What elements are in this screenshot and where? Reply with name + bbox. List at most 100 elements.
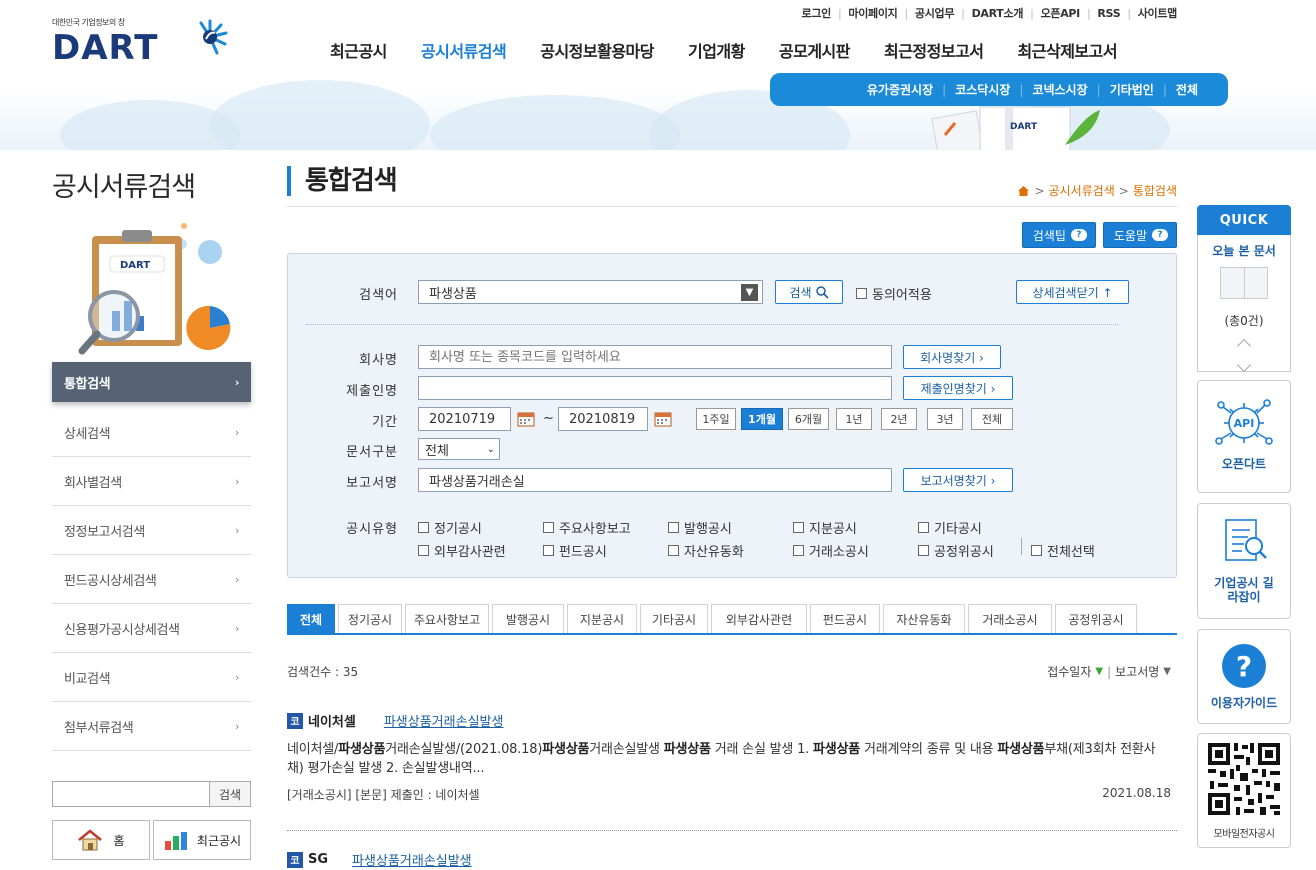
sidebar-item-detail-search[interactable]: 상세검색 › xyxy=(52,408,251,457)
keyword-input[interactable]: 파생상품 xyxy=(418,280,763,304)
tab-all[interactable]: 전체 xyxy=(287,604,335,633)
top-link-disclosure-work[interactable]: 공시업무 xyxy=(915,5,955,21)
result-company[interactable]: 네이처셀 xyxy=(308,711,356,730)
sidebar-item-correction-search[interactable]: 정정보고서검색 › xyxy=(52,506,251,555)
chevron-right-icon: › xyxy=(235,621,239,635)
subnav-konex[interactable]: 코넥스시장 xyxy=(1032,81,1087,98)
type-other-checkbox[interactable]: 기타공시 xyxy=(918,518,982,537)
period-1week-button[interactable]: 1주일 xyxy=(696,408,736,430)
chevron-up-icon[interactable] xyxy=(1236,338,1252,354)
tab-major-report[interactable]: 주요사항보고 xyxy=(405,604,489,633)
period-1year-button[interactable]: 1년 xyxy=(836,408,872,430)
type-securitization-checkbox[interactable]: 자산유동화 xyxy=(668,541,744,560)
type-exchange-checkbox[interactable]: 거래소공시 xyxy=(793,541,869,560)
open-dart-api-link[interactable]: API 오픈다트 xyxy=(1197,380,1291,493)
search-button[interactable]: 검색 xyxy=(775,280,843,304)
tab-ftc[interactable]: 공정위공시 xyxy=(1055,604,1137,633)
detail-search-toggle[interactable]: 상세검색닫기 ↑ xyxy=(1016,280,1129,304)
top-link-sitemap[interactable]: 사이트맵 xyxy=(1138,5,1178,21)
sort-desc-icon[interactable]: ▼ xyxy=(1163,666,1171,677)
search-tip-button[interactable]: 검색팁 ? xyxy=(1021,222,1096,248)
tab-exchange[interactable]: 거래소공시 xyxy=(968,604,1052,633)
sidebar-search-button[interactable]: 검색 xyxy=(209,781,251,807)
sort-desc-icon[interactable]: ▼ xyxy=(1095,666,1103,677)
sort-by-report-name[interactable]: 보고서명 xyxy=(1115,663,1159,680)
calendar-icon[interactable] xyxy=(517,411,535,427)
tab-periodic[interactable]: 정기공시 xyxy=(338,604,402,633)
company-find-button[interactable]: 회사명찾기 › xyxy=(903,345,1001,369)
subnav-kospi[interactable]: 유가증권시장 xyxy=(867,81,933,98)
sidebar-item-credit-rating-search[interactable]: 신용평가공시상세검색 › xyxy=(52,604,251,653)
type-major-report-checkbox[interactable]: 주요사항보고 xyxy=(543,518,631,537)
top-link-login[interactable]: 로그인 xyxy=(802,5,832,21)
top-link-rss[interactable]: RSS xyxy=(1097,7,1120,20)
tab-equity[interactable]: 지분공시 xyxy=(567,604,637,633)
sidebar-item-compare-search[interactable]: 비교검색 › xyxy=(52,653,251,702)
mobile-disclosure-link[interactable]: 모바일전자공시 xyxy=(1197,733,1291,848)
sidebar-item-fund-search[interactable]: 펀드공시상세검색 › xyxy=(52,555,251,604)
gnb-recent-disclosure[interactable]: 최근공시 xyxy=(330,38,387,62)
breadcrumb-document-search[interactable]: 공시서류검색 xyxy=(1049,182,1115,199)
sort-by-date[interactable]: 접수일자 xyxy=(1047,663,1091,680)
submitter-find-button[interactable]: 제출인명찾기 › xyxy=(903,376,1013,400)
calendar-icon[interactable] xyxy=(654,411,672,427)
gnb-recent-corrections[interactable]: 최근정정보고서 xyxy=(884,38,984,62)
keyword-dropdown-icon[interactable]: ▼ xyxy=(741,284,758,301)
sidebar-item-attachment-search[interactable]: 첨부서류검색 › xyxy=(52,702,251,751)
sidebar-item-label: 상세검색 xyxy=(64,426,111,442)
chevron-down-icon[interactable] xyxy=(1236,357,1252,373)
home-button[interactable]: 홈 xyxy=(52,820,150,860)
gnb-info-utilization[interactable]: 공시정보활용마당 xyxy=(540,38,654,62)
top-link-mypage[interactable]: 마이페이지 xyxy=(848,5,897,21)
type-equity-checkbox[interactable]: 지분공시 xyxy=(793,518,857,537)
sidebar-item-label: 회사별검색 xyxy=(64,475,122,491)
tab-audit[interactable]: 외부감사관련 xyxy=(711,604,807,633)
sidebar-search-input[interactable] xyxy=(52,781,209,807)
period-6month-button[interactable]: 6개월 xyxy=(788,408,829,430)
result-title-link[interactable]: 파생상품거래손실발생 xyxy=(352,850,472,869)
gnb-document-search[interactable]: 공시서류검색 xyxy=(421,38,507,62)
date-to-input[interactable]: 20210819 xyxy=(558,407,648,431)
sidebar-item-company-search[interactable]: 회사별검색 › xyxy=(52,457,251,506)
period-1month-button[interactable]: 1개월 xyxy=(741,408,783,430)
result-title-link[interactable]: 파생상품거래손실발생 xyxy=(384,711,504,730)
report-name-input[interactable]: 파생상품거래손실 xyxy=(418,468,892,492)
tab-other[interactable]: 기타공시 xyxy=(640,604,708,633)
checkbox-box xyxy=(793,522,804,533)
type-periodic-checkbox[interactable]: 정기공시 xyxy=(418,518,482,537)
date-from-input[interactable]: 20210719 xyxy=(418,407,511,431)
type-issuance-checkbox[interactable]: 발행공시 xyxy=(668,518,732,537)
period-2year-button[interactable]: 2년 xyxy=(881,408,917,430)
type-audit-checkbox[interactable]: 외부감사관련 xyxy=(418,541,506,560)
help-button[interactable]: 도움말 ? xyxy=(1102,222,1177,248)
disclosure-guide-link[interactable]: 기업공시 길라잡이 xyxy=(1197,503,1291,619)
select-all-checkbox[interactable]: 전체선택 xyxy=(1031,541,1095,560)
gnb-offering-board[interactable]: 공모게시판 xyxy=(779,38,851,62)
gnb-recent-deletions[interactable]: 최근삭제보고서 xyxy=(1018,38,1118,62)
top-link-openapi[interactable]: 오픈API xyxy=(1041,5,1081,21)
subnav-all[interactable]: 전체 xyxy=(1176,81,1198,98)
user-guide-link[interactable]: ? 이용자가이드 xyxy=(1197,629,1291,724)
top-link-about[interactable]: DART소개 xyxy=(972,5,1024,21)
recent-disclosure-button[interactable]: 최근공시 xyxy=(153,820,251,860)
keyword-value: 파생상품 xyxy=(429,286,477,302)
gnb-company-overview[interactable]: 기업개황 xyxy=(688,38,745,62)
report-find-button[interactable]: 보고서명찾기 › xyxy=(903,468,1013,492)
company-input[interactable] xyxy=(418,345,892,369)
submitter-input[interactable] xyxy=(418,376,892,400)
type-fund-checkbox[interactable]: 펀드공시 xyxy=(543,541,607,560)
sidebar-item-integrated-search[interactable]: 통합검색 › xyxy=(52,362,251,402)
subnav-kosdaq[interactable]: 코스닥시장 xyxy=(955,81,1010,98)
synonym-checkbox[interactable]: 동의어적용 xyxy=(856,284,932,303)
subnav-other-corps[interactable]: 기타법인 xyxy=(1110,81,1154,98)
home-icon[interactable] xyxy=(1017,185,1030,197)
dart-logo[interactable]: 대한민국 기업정보의 창 DART xyxy=(52,17,228,65)
result-company[interactable]: SG xyxy=(308,852,328,867)
period-3year-button[interactable]: 3년 xyxy=(927,408,963,430)
period-all-button[interactable]: 전체 xyxy=(971,408,1013,430)
tab-fund[interactable]: 펀드공시 xyxy=(810,604,880,633)
doctype-select[interactable]: 전체 ⌄ xyxy=(418,438,500,460)
type-ftc-checkbox[interactable]: 공정위공시 xyxy=(918,541,994,560)
tab-issuance[interactable]: 발행공시 xyxy=(492,604,564,633)
tab-securitization[interactable]: 자산유동화 xyxy=(883,604,965,633)
